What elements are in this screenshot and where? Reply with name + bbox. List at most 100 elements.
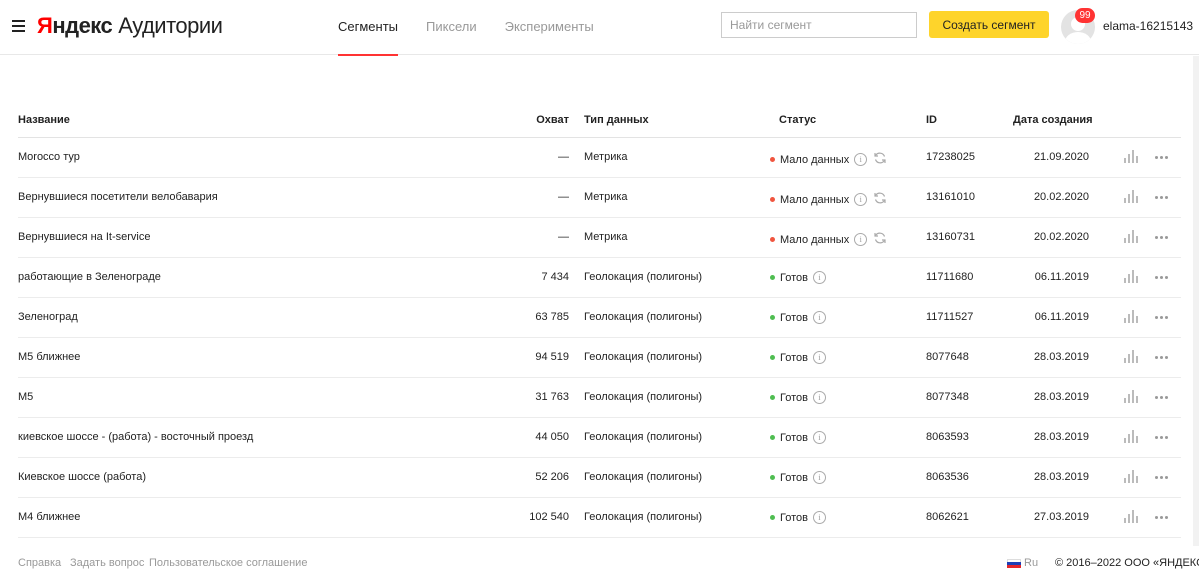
- segment-name[interactable]: Зеленоград: [18, 311, 78, 323]
- segment-name[interactable]: Morocco тур: [18, 151, 80, 163]
- segment-status: Готов i: [770, 351, 826, 364]
- segment-name[interactable]: Вернувшиеся посетители велобавария: [18, 191, 218, 203]
- column-header-date[interactable]: Дата создания: [1013, 114, 1093, 126]
- logo-product: Аудитории: [118, 13, 223, 38]
- segment-status: Готов i: [770, 471, 826, 484]
- info-icon[interactable]: i: [854, 153, 868, 166]
- status-label: Готов: [780, 431, 808, 444]
- segment-type: Геолокация (полигоны): [584, 391, 703, 403]
- column-header-type[interactable]: Тип данных: [584, 114, 649, 126]
- logo[interactable]: Яндекс Аудитории: [37, 13, 223, 39]
- more-icon[interactable]: [1155, 190, 1170, 204]
- segment-date: 06.11.2019: [1034, 311, 1089, 323]
- segment-name[interactable]: М5: [18, 391, 33, 403]
- statistics-icon[interactable]: [1124, 510, 1140, 526]
- russian-flag-icon[interactable]: [1007, 559, 1021, 568]
- segment-id: 8063593: [926, 431, 969, 443]
- more-icon[interactable]: [1155, 350, 1170, 364]
- column-header-name[interactable]: Название: [18, 114, 70, 126]
- more-icon[interactable]: [1155, 270, 1170, 284]
- status-label: Готов: [780, 511, 808, 524]
- refresh-icon[interactable]: [873, 151, 887, 168]
- info-icon[interactable]: i: [812, 391, 826, 404]
- more-icon[interactable]: [1155, 510, 1170, 524]
- table-row[interactable]: М4 ближнее 102 540 Геолокация (полигоны) Го…: [18, 498, 1181, 538]
- footer-link-help[interactable]: Справка: [18, 557, 61, 569]
- status-dot-icon: [770, 157, 775, 162]
- status-dot-icon: [770, 475, 775, 480]
- statistics-icon[interactable]: [1124, 310, 1140, 326]
- info-icon[interactable]: i: [854, 193, 868, 206]
- segment-name[interactable]: Вернувшиеся на It-service: [18, 231, 150, 243]
- tab-segments[interactable]: Сегменты: [338, 0, 399, 56]
- language-switch[interactable]: Ru: [1024, 557, 1038, 569]
- statistics-icon[interactable]: [1124, 150, 1140, 166]
- segment-type: Геолокация (полигоны): [584, 351, 703, 363]
- segment-name[interactable]: работающие в Зеленограде: [18, 271, 161, 283]
- scrollbar[interactable]: [1193, 56, 1199, 546]
- segment-name[interactable]: М5 ближнее: [18, 351, 80, 363]
- segment-id: 8063536: [926, 471, 969, 483]
- info-icon[interactable]: i: [812, 311, 826, 324]
- menu-icon[interactable]: [12, 20, 25, 32]
- segment-status: Мало данных i: [770, 191, 887, 208]
- info-icon[interactable]: i: [854, 233, 868, 246]
- create-segment-button[interactable]: Создать сегмент: [929, 11, 1049, 38]
- search-input[interactable]: [721, 12, 917, 38]
- column-header-id[interactable]: ID: [926, 114, 937, 126]
- statistics-icon[interactable]: [1124, 230, 1140, 246]
- status-label: Готов: [780, 351, 808, 364]
- statistics-icon[interactable]: [1124, 270, 1140, 286]
- footer-link-ask[interactable]: Задать вопрос: [70, 557, 144, 569]
- statistics-icon[interactable]: [1124, 390, 1140, 406]
- statistics-icon[interactable]: [1124, 470, 1140, 486]
- table-row[interactable]: работающие в Зеленограде 7 434 Геолокация …: [18, 258, 1181, 298]
- refresh-icon[interactable]: [873, 191, 887, 208]
- table-row[interactable]: киевское шоссе - (работа) - восточный пр…: [18, 418, 1181, 458]
- table-row[interactable]: Morocco тур — Метрика Мало данных i 17238025 2…: [18, 138, 1181, 178]
- table-row[interactable]: М5 ближнее 94 519 Геолокация (полигоны) Гот…: [18, 338, 1181, 378]
- info-icon[interactable]: i: [812, 431, 826, 444]
- more-icon[interactable]: [1155, 310, 1170, 324]
- table-row[interactable]: М5 31 763 Геолокация (полигоны) Готов i 80773…: [18, 378, 1181, 418]
- segment-type: Геолокация (полигоны): [584, 271, 703, 283]
- status-label: Готов: [780, 471, 808, 484]
- segment-status: Мало данных i: [770, 231, 887, 248]
- copyright: © 2016–2022 ООО «ЯНДЕКС»: [1055, 557, 1199, 569]
- statistics-icon[interactable]: [1124, 190, 1140, 206]
- more-icon[interactable]: [1155, 390, 1170, 404]
- tab-pixels[interactable]: Пиксели: [426, 0, 477, 55]
- segment-id: 8077648: [926, 351, 969, 363]
- tab-experiments[interactable]: Эксперименты: [505, 0, 594, 55]
- more-icon[interactable]: [1155, 150, 1170, 164]
- table-row[interactable]: Вернувшиеся посетители велобавария — Метри…: [18, 178, 1181, 218]
- table-row[interactable]: Вернувшиеся на It-service — Метрика Мало да…: [18, 218, 1181, 258]
- username[interactable]: elama-16215143: [1103, 19, 1193, 33]
- footer-link-agreement[interactable]: Пользовательское соглашение: [149, 557, 307, 569]
- refresh-icon[interactable]: [873, 231, 887, 248]
- segment-id: 11711680: [926, 271, 974, 283]
- info-icon[interactable]: i: [812, 471, 826, 484]
- more-icon[interactable]: [1155, 430, 1170, 444]
- segments-table: Название Охват Тип данных Статус ID Дата…: [18, 100, 1181, 538]
- segment-name[interactable]: Киевское шоссе (работа): [18, 471, 146, 483]
- info-icon[interactable]: i: [812, 511, 826, 524]
- status-dot-icon: [770, 395, 775, 400]
- segment-name[interactable]: М4 ближнее: [18, 511, 80, 523]
- notification-badge[interactable]: 99: [1075, 8, 1095, 23]
- segment-date: 21.09.2020: [1033, 151, 1089, 163]
- info-icon[interactable]: i: [812, 271, 826, 284]
- segment-date: 28.03.2019: [1033, 351, 1089, 363]
- table-row[interactable]: Зеленоград 63 785 Геолокация (полигоны) Гот…: [18, 298, 1181, 338]
- statistics-icon[interactable]: [1124, 430, 1140, 446]
- more-icon[interactable]: [1155, 470, 1170, 484]
- column-header-status[interactable]: Статус: [779, 114, 816, 126]
- column-header-reach[interactable]: Охват: [536, 114, 569, 126]
- segment-reach: 102 540: [529, 511, 569, 523]
- info-icon[interactable]: i: [812, 351, 826, 364]
- segment-id: 13161010: [926, 191, 975, 203]
- statistics-icon[interactable]: [1124, 350, 1140, 366]
- segment-name[interactable]: киевское шоссе - (работа) - восточный пр…: [18, 431, 253, 443]
- more-icon[interactable]: [1155, 230, 1170, 244]
- table-row[interactable]: Киевское шоссе (работа) 52 206 Геолокация …: [18, 458, 1181, 498]
